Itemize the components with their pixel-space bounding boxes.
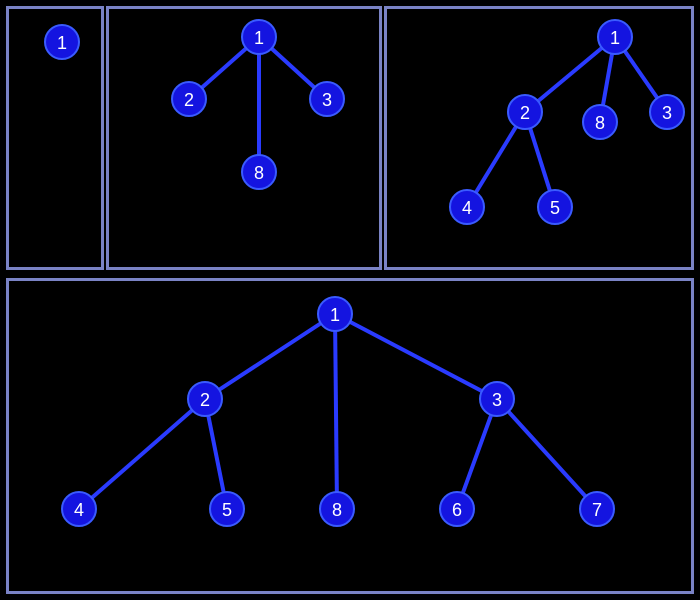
panel-3-node-2: 2 [507, 94, 543, 130]
edge-p4n1-p4n8 [335, 314, 337, 509]
panel-2-node-2: 2 [171, 81, 207, 117]
panel-4: 1 2 3 4 5 8 6 7 [6, 278, 694, 594]
panel-1-node-1: 1 [44, 24, 80, 60]
panel-4-node-1: 1 [317, 296, 353, 332]
panel-4-node-5: 5 [209, 491, 245, 527]
panel-4-node-4: 4 [61, 491, 97, 527]
panel-4-node-2: 2 [187, 381, 223, 417]
edge-p4n3-p4n7 [497, 399, 597, 509]
panel-2-node-3: 3 [309, 81, 345, 117]
panel-3-edges [387, 9, 697, 273]
panel-3-node-1: 1 [597, 19, 633, 55]
panel-4-edges [9, 281, 697, 597]
panel-4-node-3: 3 [479, 381, 515, 417]
panel-4-node-7: 7 [579, 491, 615, 527]
panel-3-node-8: 8 [582, 104, 618, 140]
panel-3-node-5: 5 [537, 189, 573, 225]
edge-p4n1-p4n3 [335, 314, 497, 399]
panel-3-node-3: 3 [649, 94, 685, 130]
panel-4-node-8: 8 [319, 491, 355, 527]
panel-2-node-8: 8 [241, 154, 277, 190]
panel-2: 12 3 8 [106, 6, 382, 270]
panel-2-node-1: 1 [241, 19, 277, 55]
edge-p4n1-p4n2 [205, 314, 335, 399]
edge-p4n2-p4n4 [79, 399, 205, 509]
panel-3-node-4: 4 [449, 189, 485, 225]
panel-1: 1 [6, 6, 104, 270]
panel-4-node-6: 6 [439, 491, 475, 527]
panel-3: 1 2 83 4 5 [384, 6, 694, 270]
